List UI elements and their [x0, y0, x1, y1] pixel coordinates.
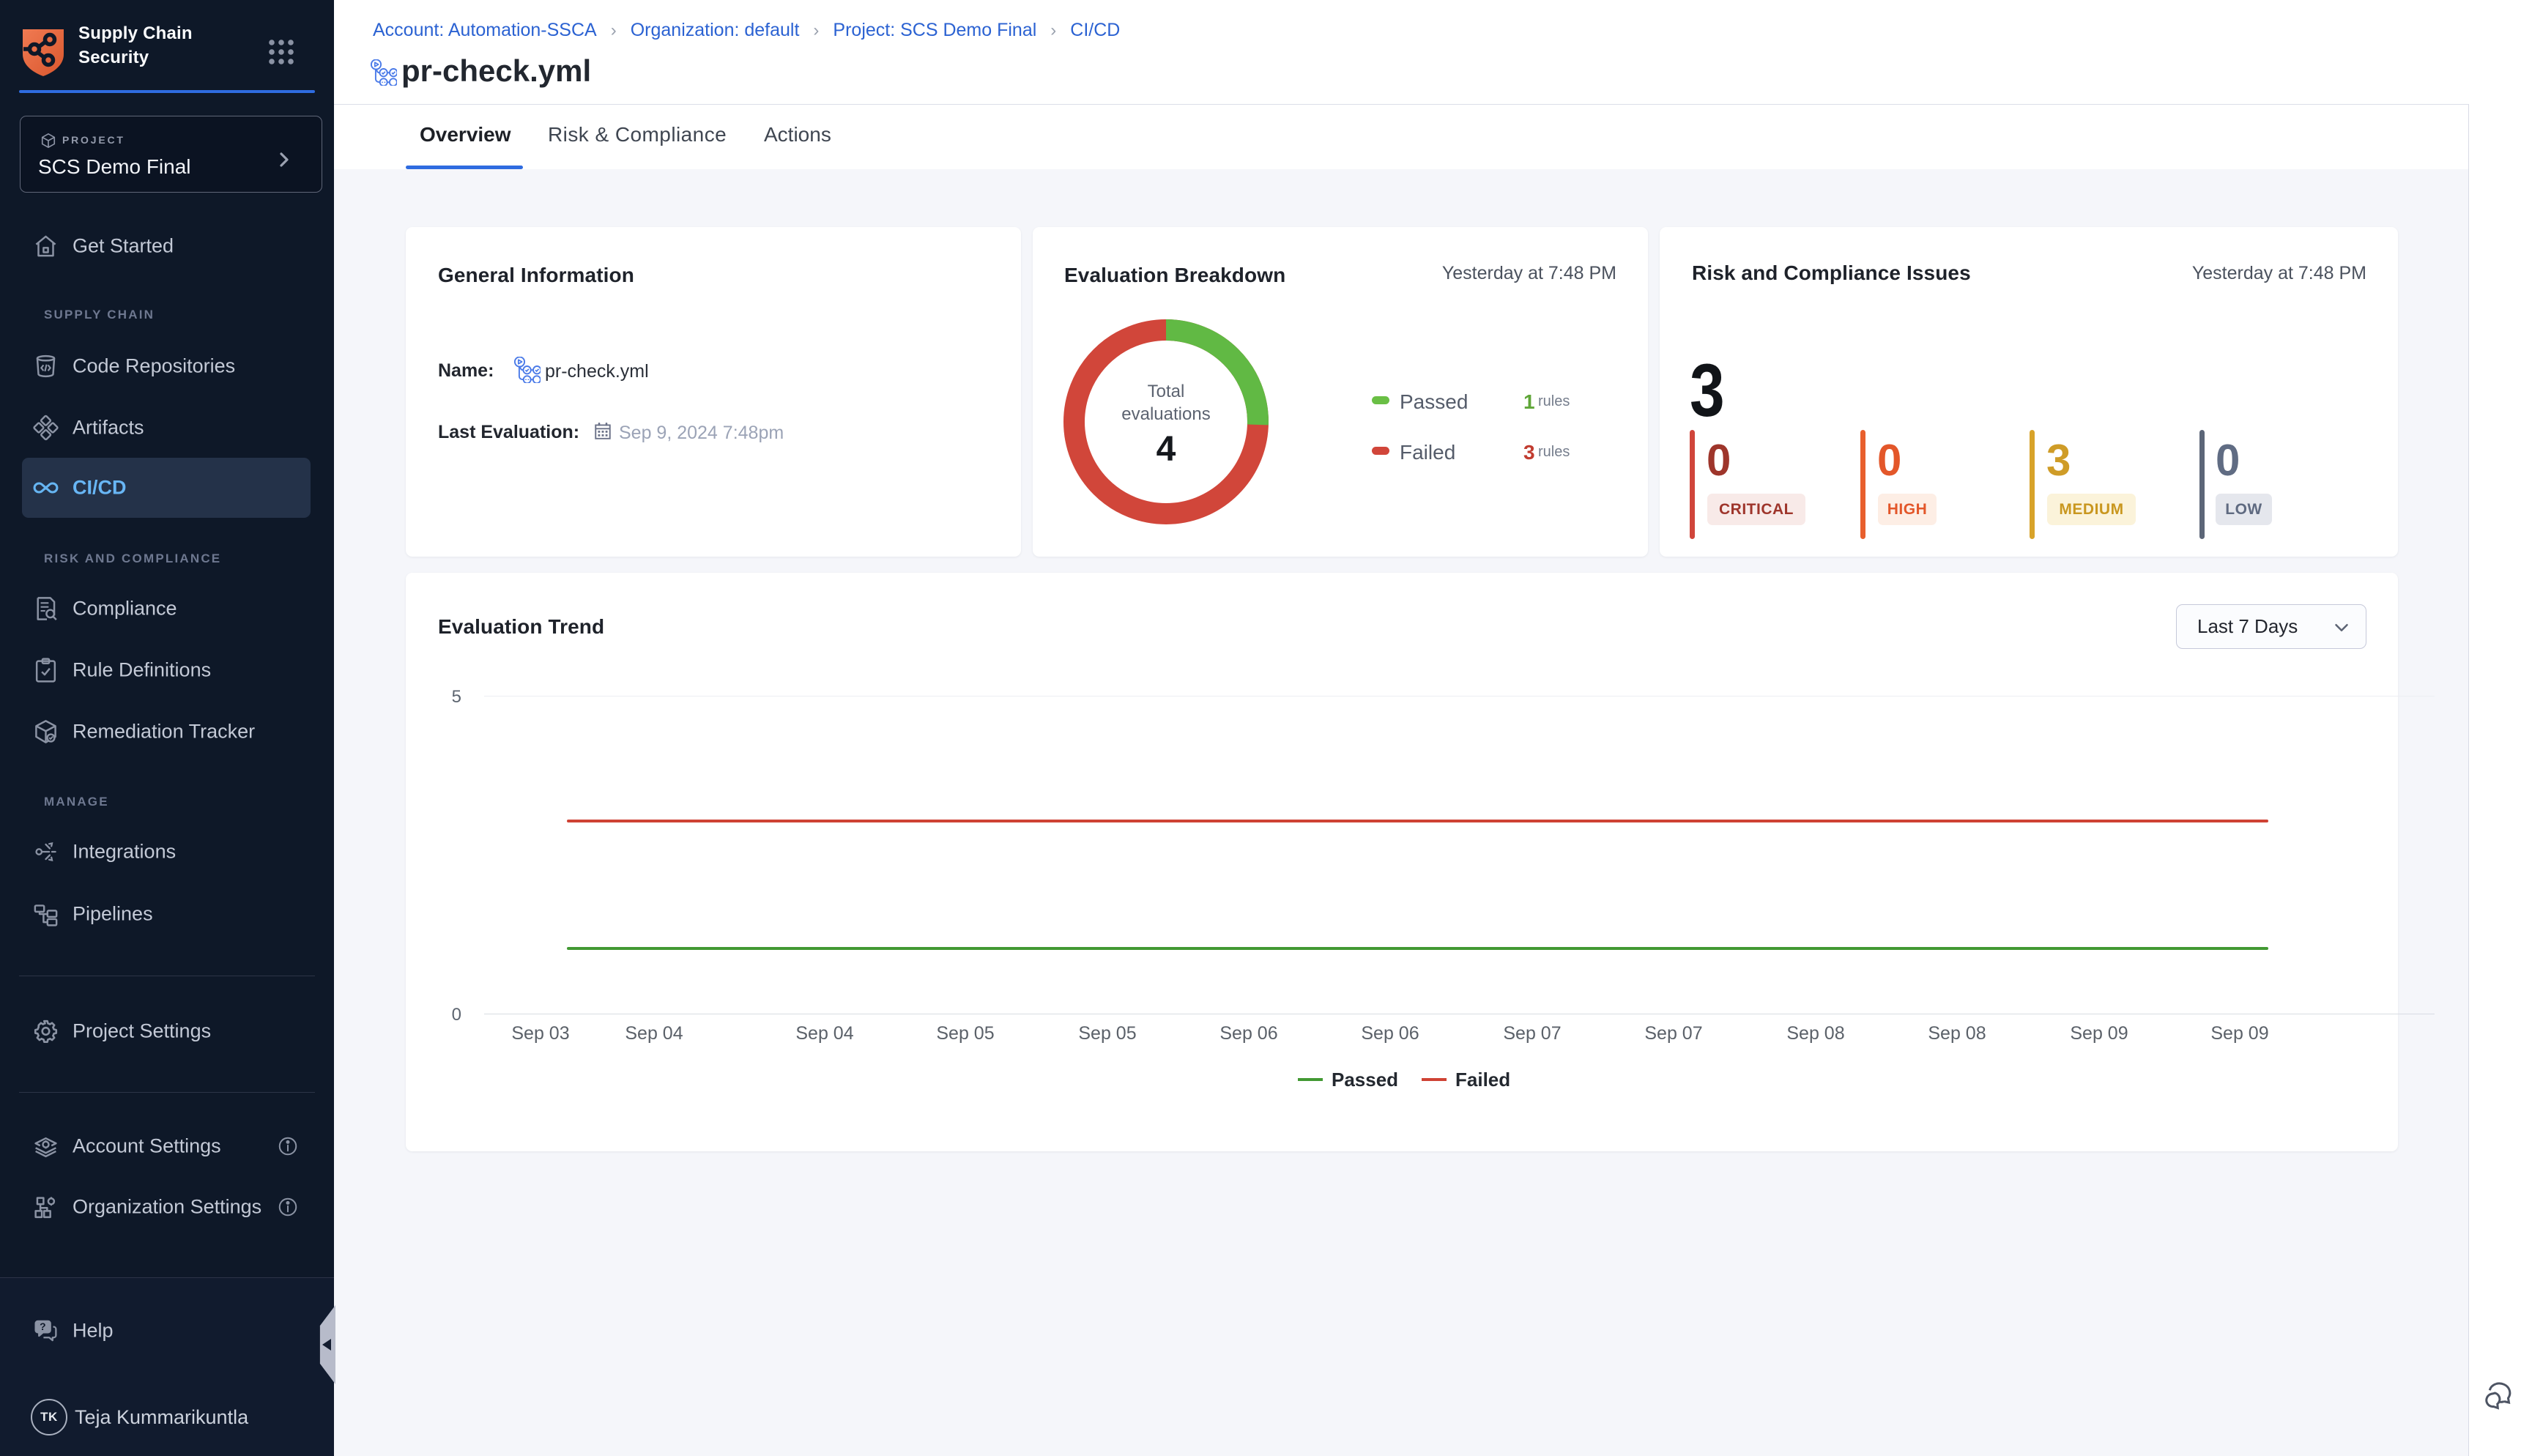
svg-text:?: ?	[40, 1321, 45, 1332]
